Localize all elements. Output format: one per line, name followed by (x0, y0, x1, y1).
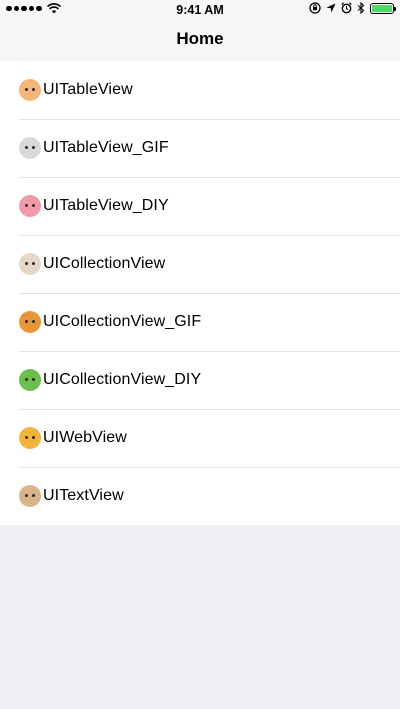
location-icon (326, 3, 336, 13)
battery-icon (370, 2, 396, 14)
list-item-label: UITableView_DIY (43, 197, 169, 214)
table-list: UITableView UITableView_GIF UITableView_… (0, 61, 400, 525)
list-item-label: UITableView (43, 81, 133, 98)
navigation-bar: Home (0, 20, 400, 64)
tiger-face-icon (19, 427, 41, 449)
status-right (309, 2, 396, 14)
list-item[interactable]: UITableView (0, 61, 400, 119)
battery-fill (372, 4, 392, 12)
list-item-label: UICollectionView_DIY (43, 371, 202, 388)
list-item[interactable]: UITableView_GIF (0, 119, 400, 177)
lion-face-icon (19, 311, 41, 333)
list-item[interactable]: UIWebView (0, 409, 400, 467)
list-item-label: UITableView_GIF (43, 139, 169, 156)
list-item-label: UICollectionView (43, 255, 166, 272)
status-bar: 9:41 AM (0, 0, 400, 20)
list-item-label: UIWebView (43, 429, 127, 446)
orientation-lock-icon (309, 2, 321, 14)
list-item-label: UITextView (43, 487, 124, 504)
hamster-face-icon (19, 79, 41, 101)
pig-face-icon (19, 195, 41, 217)
list-item-label: UICollectionView_GIF (43, 313, 202, 330)
list-item[interactable]: UITableView_DIY (0, 177, 400, 235)
bluetooth-icon (357, 2, 365, 14)
alarm-icon (341, 2, 352, 14)
dog-face-icon (19, 485, 41, 507)
list-item[interactable]: UICollectionView_DIY (0, 351, 400, 409)
panda-face-icon (19, 137, 41, 159)
list-item[interactable]: UICollectionView (0, 235, 400, 293)
page-title: Home (176, 29, 224, 48)
list-item[interactable]: UITextView (0, 467, 400, 525)
cow-face-icon (19, 253, 41, 275)
frog-face-icon (19, 369, 41, 391)
list-item[interactable]: UICollectionView_GIF (0, 293, 400, 351)
